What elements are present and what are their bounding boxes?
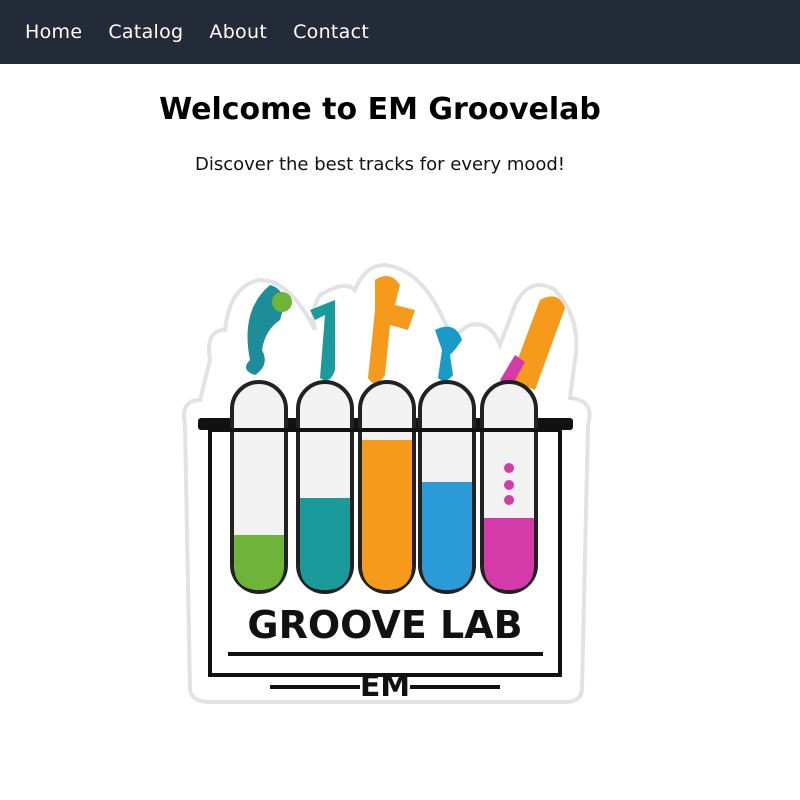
- logo-main-text: GROOVE LAB: [247, 603, 522, 647]
- test-tube-magenta: [480, 380, 538, 594]
- nav-home-link[interactable]: Home: [25, 21, 82, 43]
- page-subtitle: Discover the best tracks for every mood!: [194, 154, 566, 175]
- nav-about-link[interactable]: About: [209, 21, 267, 43]
- test-tube-blue: [418, 380, 476, 594]
- test-tube-orange: [358, 380, 416, 594]
- test-tubes-group: [230, 380, 538, 594]
- logo-divider-left: [270, 685, 360, 689]
- page-title: Welcome to EM Groovelab: [159, 92, 601, 127]
- nav-contact-link[interactable]: Contact: [293, 21, 369, 43]
- music-note-icon: [272, 292, 292, 312]
- test-tube-green: [230, 380, 288, 594]
- logo-divider: [228, 652, 543, 656]
- nav-catalog-link[interactable]: Catalog: [108, 21, 183, 43]
- test-tube-teal: [296, 380, 354, 594]
- top-navbar: Home Catalog About Contact: [0, 0, 800, 64]
- logo-divider-right: [410, 685, 500, 689]
- groove-lab-logo-image: GROOVE LAB EM: [182, 262, 592, 704]
- logo-sub-text: EM: [360, 669, 410, 704]
